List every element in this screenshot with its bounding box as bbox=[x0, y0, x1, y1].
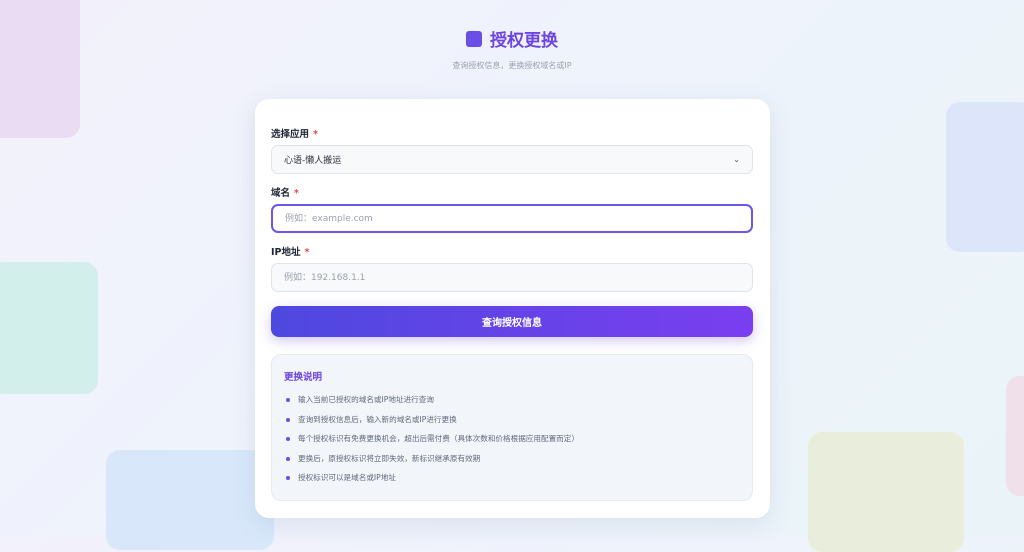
decor-blob bbox=[808, 432, 964, 552]
page-subtitle: 查询授权信息，更换授权域名或IP bbox=[452, 61, 572, 70]
dot-icon bbox=[286, 398, 290, 402]
instructions-panel: 更换说明 输入当前已授权的域名或IP地址进行查询 查询到授权信息后，输入新的域名… bbox=[271, 354, 753, 501]
chevron-down-icon: ⌄ bbox=[733, 155, 740, 164]
decor-blob bbox=[946, 102, 1024, 252]
page-header: 授权更换 查询授权信息，更换授权域名或IP bbox=[0, 26, 1024, 71]
purple-square-icon bbox=[466, 30, 482, 47]
list-item: 输入当前已授权的域名或IP地址进行查询 bbox=[284, 394, 740, 414]
domain-input[interactable] bbox=[271, 204, 753, 233]
domain-label-text: 域名 bbox=[271, 188, 291, 199]
page-title: 授权更换 bbox=[466, 26, 558, 51]
required-mark: * bbox=[313, 129, 318, 140]
instructions-title: 更换说明 bbox=[284, 372, 323, 383]
decor-blob bbox=[106, 450, 274, 550]
decor-blob bbox=[1006, 376, 1024, 496]
ip-label: IP地址 * bbox=[271, 244, 309, 258]
dot-icon bbox=[286, 476, 290, 480]
list-item-text: 授权标识可以是域名或IP地址 bbox=[298, 473, 396, 482]
dot-icon bbox=[286, 417, 290, 422]
list-item: 查询到授权信息后，输入新的域名或IP进行更换 bbox=[284, 414, 740, 434]
form-card: 选择应用* 心语-懒人搬运 ⌄ 域名* IP地址* 查询授权信息 更换说明 输入… bbox=[255, 99, 770, 518]
dot-icon bbox=[286, 437, 290, 441]
ip-label-text: IP地址 bbox=[271, 247, 301, 258]
query-license-button[interactable]: 查询授权信息 bbox=[271, 306, 753, 337]
app-label-text: 选择应用 bbox=[271, 129, 310, 140]
ip-input[interactable] bbox=[271, 263, 753, 292]
required-mark: * bbox=[294, 188, 299, 199]
list-item-text: 输入当前已授权的域名或IP地址进行查询 bbox=[298, 395, 434, 404]
list-item-text: 查询到授权信息后，输入新的域名或IP进行更换 bbox=[298, 414, 457, 424]
required-mark: * bbox=[304, 247, 310, 258]
list-item-text: 更换后，原授权标识将立即失效，新标识继承原有效期 bbox=[298, 453, 481, 463]
list-item: 更换后，原授权标识将立即失效，新标识继承原有效期 bbox=[284, 453, 740, 473]
page-title-text: 授权更换 bbox=[490, 31, 558, 51]
instructions-list: 输入当前已授权的域名或IP地址进行查询 查询到授权信息后，输入新的域名或IP进行… bbox=[284, 394, 740, 492]
app-select-value: 心语-懒人搬运 bbox=[284, 156, 342, 166]
decor-blob bbox=[0, 262, 98, 394]
app-select[interactable]: 心语-懒人搬运 ⌄ bbox=[271, 145, 753, 174]
list-item: 每个授权标识有免费更换机会，超出后需付费（具体次数和价格根据应用配置而定） bbox=[284, 433, 740, 453]
list-item: 授权标识可以是域名或IP地址 bbox=[284, 472, 740, 492]
dot-icon bbox=[286, 456, 290, 461]
list-item-text: 每个授权标识有免费更换机会，超出后需付费（具体次数和价格根据应用配置而定） bbox=[298, 434, 579, 443]
app-label: 选择应用 * bbox=[271, 126, 318, 140]
domain-label: 域名 * bbox=[271, 185, 299, 199]
